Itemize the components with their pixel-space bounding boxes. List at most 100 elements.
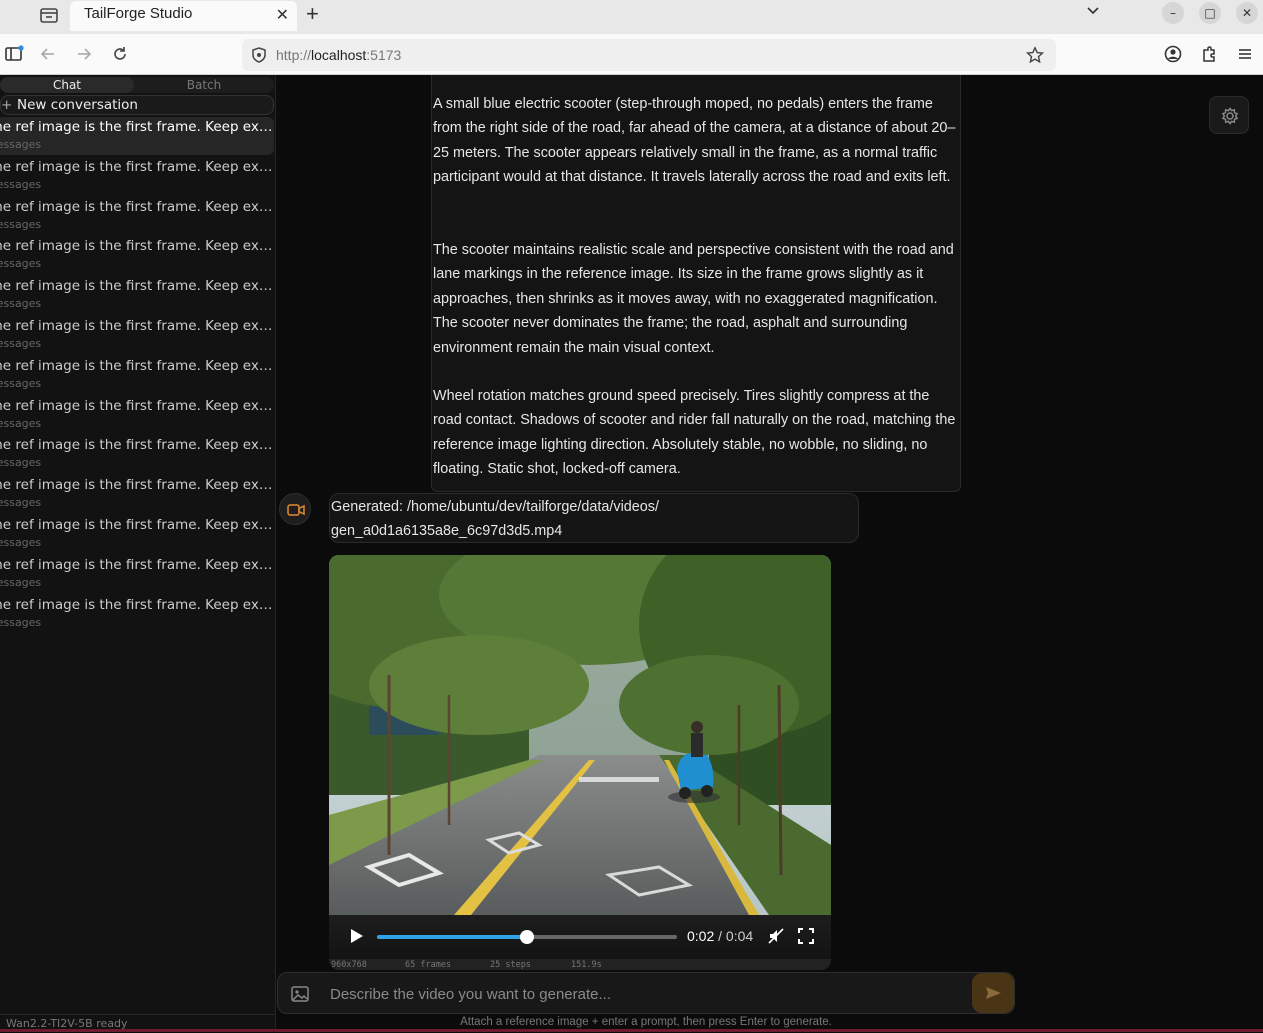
- shield-icon[interactable]: [250, 46, 268, 68]
- conversation-title: The ref image is the first frame. Keep e…: [0, 318, 274, 334]
- conversation-meta: messages: [0, 377, 41, 390]
- generated-file: gen_a0d1a6135a8e_6c97d3d5.mp4: [331, 519, 858, 543]
- tab-batch[interactable]: Batch: [134, 77, 274, 93]
- duration: 0:04: [726, 928, 753, 944]
- conversation-title: The ref image is the first frame. Keep e…: [0, 238, 274, 254]
- prompt-paragraph: A small blue electric scooter (step-thro…: [433, 92, 961, 190]
- conversation-meta: messages: [0, 257, 41, 270]
- play-icon[interactable]: [347, 927, 365, 945]
- conversation-meta: messages: [0, 496, 41, 509]
- browser-nav-bar: http://localhost:5173: [0, 34, 1263, 75]
- conversation-title: The ref image is the first frame. Keep e…: [0, 597, 274, 613]
- fullscreen-icon[interactable]: [797, 927, 815, 945]
- conversation-item[interactable]: The ref image is the first frame. Keep e…: [0, 555, 274, 593]
- conversation-item[interactable]: The ref image is the first frame. Keep e…: [0, 356, 274, 394]
- url-text: http://localhost:5173: [276, 47, 401, 63]
- prompt-paragraph: The scooter maintains realistic scale an…: [433, 238, 961, 360]
- conversation-item[interactable]: The ref image is the first frame. Keep e…: [0, 515, 274, 553]
- send-icon: [972, 973, 1014, 1013]
- conversation-title: The ref image is the first frame. Keep e…: [0, 477, 274, 493]
- meta-steps: 25 steps: [490, 960, 531, 970]
- extensions-icon[interactable]: [1199, 44, 1219, 64]
- bookmark-star-icon[interactable]: [1026, 46, 1044, 68]
- user-prompt-message: A small blue electric scooter (step-thro…: [431, 75, 961, 492]
- url-host: localhost: [311, 47, 366, 63]
- conversation-title: The ref image is the first frame. Keep e…: [0, 119, 274, 135]
- conversation-title: The ref image is the first frame. Keep e…: [0, 437, 274, 453]
- conversation-item[interactable]: The ref image is the first frame. Keep e…: [0, 276, 274, 314]
- url-port: :5173: [366, 47, 401, 63]
- meta-resolution: 960x768: [331, 960, 367, 970]
- conversation-item[interactable]: The ref image is the first frame. Keep e…: [0, 197, 274, 235]
- video-player[interactable]: 0:02 / 0:04: [329, 555, 831, 970]
- generated-message: Generated: /home/ubuntu/dev/tailforge/da…: [329, 493, 859, 543]
- time-display: 0:02 / 0:04: [687, 928, 753, 944]
- maximize-window-icon[interactable]: □: [1199, 2, 1221, 24]
- conversation-item[interactable]: The ref image is the first frame. Keep e…: [0, 435, 274, 473]
- conversation-meta: messages: [0, 616, 41, 629]
- close-window-icon[interactable]: ✕: [1236, 2, 1258, 24]
- prompt-input[interactable]: [330, 983, 960, 1005]
- chat-area[interactable]: A small blue electric scooter (step-thro…: [277, 75, 1263, 1032]
- conversation-item[interactable]: The ref image is the first frame. Keep e…: [0, 117, 274, 155]
- conversation-meta: messages: [0, 138, 41, 151]
- tab-chat[interactable]: Chat: [0, 77, 134, 93]
- conversation-meta: messages: [0, 337, 41, 350]
- video-controls: 0:02 / 0:04: [329, 915, 831, 959]
- settings-button[interactable]: [1209, 96, 1249, 134]
- conversation-item[interactable]: The ref image is the first frame. Keep e…: [0, 236, 274, 274]
- tab-list-icon[interactable]: [38, 4, 60, 26]
- generated-path: Generated: /home/ubuntu/dev/tailforge/da…: [331, 495, 858, 519]
- conversation-item[interactable]: The ref image is the first frame. Keep e…: [0, 316, 274, 354]
- prompt-paragraph: Wheel rotation matches ground speed prec…: [433, 384, 961, 482]
- composer-hint: Attach a reference image + enter a promp…: [277, 1016, 1015, 1028]
- reload-icon[interactable]: [110, 44, 130, 64]
- plus-icon: +: [1, 96, 12, 114]
- conversation-title: The ref image is the first frame. Keep e…: [0, 278, 274, 294]
- seek-bar[interactable]: [377, 935, 677, 939]
- browser-tab-title: TailForge Studio: [84, 5, 192, 22]
- conversation-item[interactable]: The ref image is the first frame. Keep e…: [0, 157, 274, 195]
- meta-frames: 65 frames: [405, 960, 451, 970]
- conversation-meta: messages: [0, 456, 41, 469]
- conversation-title: The ref image is the first frame. Keep e…: [0, 199, 274, 215]
- conversation-meta: messages: [0, 536, 41, 549]
- new-conversation-label: New conversation: [17, 96, 138, 114]
- chevron-down-icon[interactable]: [1085, 2, 1101, 22]
- conversation-item[interactable]: The ref image is the first frame. Keep e…: [0, 396, 274, 434]
- send-button[interactable]: [972, 973, 1014, 1013]
- conversation-title: The ref image is the first frame. Keep e…: [0, 398, 274, 414]
- conversation-meta: messages: [0, 297, 41, 310]
- conversation-title: The ref image is the first frame. Keep e…: [0, 557, 274, 573]
- prompt-composer: [277, 972, 1015, 1014]
- minimize-window-icon[interactable]: –: [1162, 2, 1184, 24]
- attach-image-icon[interactable]: [290, 984, 310, 1004]
- seek-bar-fill: [377, 935, 527, 939]
- conversation-item[interactable]: The ref image is the first frame. Keep e…: [0, 595, 274, 633]
- url-bar[interactable]: http://localhost:5173: [242, 39, 1056, 71]
- url-prefix: http://: [276, 47, 311, 63]
- conversation-meta: messages: [0, 218, 41, 231]
- video-metadata: 960x768 65 frames 25 steps 151.9s: [329, 960, 831, 972]
- mode-switch: Chat Batch: [0, 77, 274, 93]
- conversation-title: The ref image is the first frame. Keep e…: [0, 159, 274, 175]
- forward-icon[interactable]: [74, 44, 94, 64]
- sidebar: Chat Batch + New conversation The ref im…: [0, 75, 276, 1032]
- mute-icon[interactable]: [767, 927, 785, 945]
- back-icon[interactable]: [38, 44, 58, 64]
- video-frame: [329, 555, 831, 915]
- new-tab-icon[interactable]: +: [306, 1, 319, 27]
- browser-tab[interactable]: TailForge Studio ✕: [70, 1, 297, 31]
- time-separator: /: [714, 928, 726, 944]
- seek-handle[interactable]: [520, 930, 534, 944]
- conversation-item[interactable]: The ref image is the first frame. Keep e…: [0, 475, 274, 513]
- menu-icon[interactable]: [1235, 44, 1255, 64]
- sidebar-toggle-icon[interactable]: [4, 44, 24, 64]
- browser-tab-bar: TailForge Studio ✕ + – □ ✕: [0, 0, 1263, 34]
- account-icon[interactable]: [1163, 44, 1183, 64]
- conversation-title: The ref image is the first frame. Keep e…: [0, 358, 274, 374]
- close-tab-icon[interactable]: ✕: [276, 5, 289, 24]
- current-time: 0:02: [687, 928, 714, 944]
- new-conversation-button[interactable]: + New conversation: [0, 95, 274, 115]
- meta-time: 151.9s: [571, 960, 602, 970]
